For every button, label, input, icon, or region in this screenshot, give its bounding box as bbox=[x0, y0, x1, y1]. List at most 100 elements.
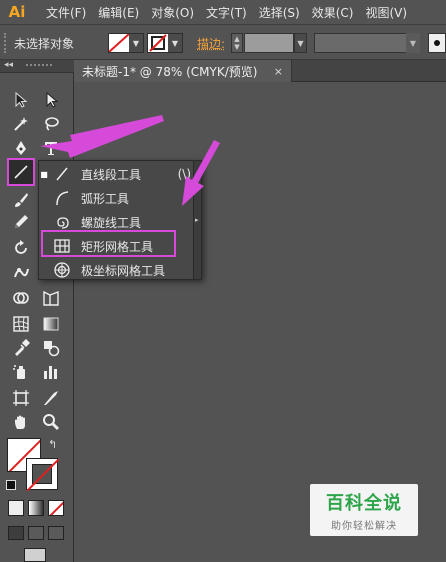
watermark-title: 百科全说 bbox=[326, 492, 402, 514]
menu-edit[interactable]: 编辑(E) bbox=[98, 4, 139, 21]
tools-panel-header: ◂◂ bbox=[0, 60, 74, 73]
type-t-icon bbox=[45, 142, 57, 155]
flyout-item-label: 弧形工具 bbox=[81, 191, 130, 206]
hand-icon bbox=[15, 415, 25, 429]
line-tools-flyout: ■ 直线段工具 (\) 弧形工具 螺旋线工具 矩形网格工具 极坐标网格工具 ▸ bbox=[38, 160, 202, 280]
chevron-down-icon[interactable]: ▼ bbox=[294, 33, 307, 53]
tearoff-arrow-icon: ▸ bbox=[195, 216, 199, 224]
document-tab-bar: 未标题-1* @ 78% (CMYK/预览) × bbox=[74, 60, 446, 82]
lasso-tool[interactable] bbox=[38, 112, 64, 136]
arc-icon bbox=[49, 188, 75, 208]
type-tool[interactable] bbox=[38, 136, 64, 160]
gradient-icon bbox=[43, 317, 59, 331]
eyedropper-tool[interactable] bbox=[8, 336, 34, 360]
pencil-tool[interactable] bbox=[8, 210, 34, 234]
paintbrush-icon bbox=[15, 193, 28, 207]
warp-tool[interactable] bbox=[8, 260, 34, 284]
none-slash-icon bbox=[27, 459, 59, 491]
fill-swatch-dropdown[interactable]: ▼ bbox=[108, 33, 144, 53]
panel-grip[interactable] bbox=[26, 64, 52, 68]
document-tab-title: 未标题-1* @ 78% (CMYK/预览) bbox=[82, 64, 258, 79]
flyout-item-arc[interactable]: 弧形工具 bbox=[39, 186, 195, 210]
rotate-icon bbox=[15, 240, 27, 254]
flyout-item-label: 螺旋线工具 bbox=[81, 215, 142, 230]
none-slash-icon bbox=[49, 501, 63, 515]
zoom-tool[interactable] bbox=[38, 410, 64, 434]
default-colors-icon[interactable] bbox=[6, 480, 16, 490]
pen-nib-icon bbox=[16, 141, 26, 155]
menu-type[interactable]: 文字(T) bbox=[206, 4, 247, 21]
bar-graph-icon bbox=[44, 366, 57, 379]
menu-file[interactable]: 文件(F) bbox=[46, 4, 86, 21]
draw-behind-button[interactable] bbox=[28, 526, 44, 540]
lasso-icon bbox=[45, 117, 59, 131]
draw-normal-button[interactable] bbox=[8, 526, 24, 540]
rotate-tool[interactable] bbox=[8, 236, 34, 260]
chevron-down-icon: ▼ bbox=[168, 34, 182, 52]
draw-inside-button[interactable] bbox=[48, 526, 64, 540]
polar-grid-icon bbox=[49, 260, 75, 280]
chevron-down-icon: ▼ bbox=[129, 34, 143, 52]
artboard-tool[interactable] bbox=[8, 386, 34, 410]
stroke-none-icon bbox=[148, 34, 168, 52]
stroke-weight-input[interactable] bbox=[244, 33, 294, 53]
magnifier-icon bbox=[43, 414, 60, 431]
menu-object[interactable]: 对象(O) bbox=[151, 4, 194, 21]
eyedropper-icon bbox=[15, 339, 30, 356]
panel-grip[interactable] bbox=[4, 33, 8, 53]
flyout-item-line-segment[interactable]: ■ 直线段工具 (\) bbox=[39, 162, 195, 186]
menu-bar: Ai 文件(F) 编辑(E) 对象(O) 文字(T) 选择(S) 效果(C) 视… bbox=[0, 0, 446, 24]
slice-tool[interactable] bbox=[38, 386, 64, 410]
chevron-down-icon[interactable]: ▼ bbox=[406, 33, 420, 53]
menu-select[interactable]: 选择(S) bbox=[259, 4, 300, 21]
stroke-weight-stepper[interactable]: ▲ ▼ bbox=[231, 33, 243, 53]
tools-panel: ◂◂ ↰ bbox=[0, 60, 74, 562]
selection-tool[interactable] bbox=[8, 88, 34, 112]
direct-arrow-icon bbox=[46, 91, 59, 108]
stroke-label[interactable]: 描边: bbox=[197, 35, 225, 52]
arrow-icon bbox=[15, 91, 28, 108]
hand-tool[interactable] bbox=[8, 410, 34, 434]
brush-definition-button[interactable] bbox=[428, 33, 446, 53]
variable-width-profile-select[interactable] bbox=[314, 33, 420, 53]
flyout-item-label: 直线段工具 bbox=[81, 167, 142, 182]
blend-tool[interactable] bbox=[38, 336, 64, 360]
menu-view[interactable]: 视图(V) bbox=[365, 4, 407, 21]
knife-icon bbox=[44, 391, 58, 405]
flyout-item-label: 极坐标网格工具 bbox=[81, 263, 166, 278]
document-tab[interactable]: 未标题-1* @ 78% (CMYK/预览) × bbox=[74, 60, 292, 82]
gradient-mode-button[interactable] bbox=[28, 500, 44, 516]
menu-effect[interactable]: 效果(C) bbox=[312, 4, 354, 21]
stroke-swatch[interactable] bbox=[26, 458, 59, 491]
column-graph-tool[interactable] bbox=[38, 360, 64, 384]
line-segment-tool[interactable] bbox=[7, 158, 35, 186]
control-bar: 未选择对象 ▼ ▼ 描边: ▲ ▼ ▼ ▼ bbox=[0, 24, 446, 60]
symbol-sprayer-tool[interactable] bbox=[8, 360, 34, 384]
stroke-swatch-dropdown[interactable]: ▼ bbox=[147, 33, 183, 53]
paintbrush-tool[interactable] bbox=[8, 188, 34, 212]
perspective-grid-icon bbox=[43, 290, 59, 306]
watermark-subtitle: 助你轻松解决 bbox=[331, 520, 397, 532]
warp-icon bbox=[14, 268, 29, 278]
collapse-icon[interactable]: ◂◂ bbox=[4, 60, 13, 70]
tearoff-bar[interactable]: ▸ bbox=[193, 161, 201, 279]
pen-tool[interactable] bbox=[8, 136, 34, 160]
perspective-grid-tool[interactable] bbox=[38, 286, 64, 310]
shape-builder-tool[interactable] bbox=[8, 286, 34, 310]
swap-fill-stroke-icon[interactable]: ↰ bbox=[48, 438, 57, 451]
magic-wand-tool[interactable] bbox=[8, 112, 34, 136]
blend-icon bbox=[44, 341, 60, 357]
screen-mode-button[interactable] bbox=[24, 548, 46, 562]
flyout-item-polar-grid[interactable]: 极坐标网格工具 bbox=[39, 258, 195, 282]
direct-selection-tool[interactable] bbox=[38, 88, 64, 112]
gradient-tool[interactable] bbox=[38, 312, 64, 336]
current-tool-marker: ■ bbox=[40, 169, 48, 179]
pencil-icon bbox=[15, 215, 28, 228]
mesh-icon bbox=[13, 316, 29, 332]
close-icon[interactable]: × bbox=[274, 65, 283, 78]
mesh-tool[interactable] bbox=[8, 312, 34, 336]
color-mode-button[interactable] bbox=[8, 500, 24, 516]
fill-none-icon bbox=[109, 34, 129, 52]
spray-can-icon bbox=[13, 365, 25, 379]
none-mode-button[interactable] bbox=[48, 500, 64, 516]
